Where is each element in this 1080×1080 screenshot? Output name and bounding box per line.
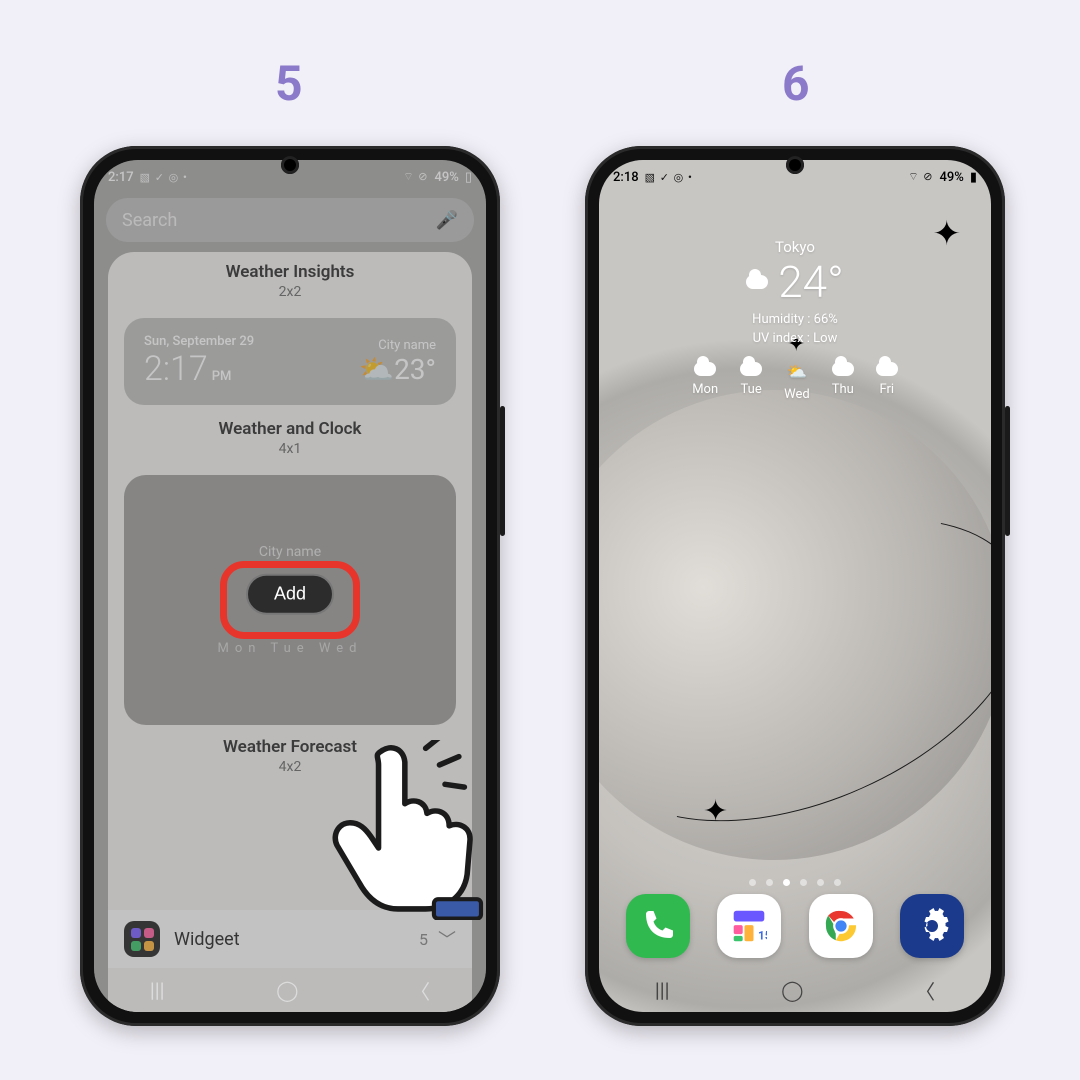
widget-provider-name: Widgeet <box>174 929 240 950</box>
highlight-annotation <box>220 561 360 639</box>
step-number-6: 6 <box>782 55 810 112</box>
step-number-5: 5 <box>275 55 303 112</box>
nav-back-button[interactable]: 〈 <box>915 976 935 1005</box>
status-network-icon: ⌔ ⊘ <box>403 170 428 184</box>
tap-gesture-icon <box>324 740 486 920</box>
front-camera <box>786 156 804 174</box>
nav-back-button[interactable]: 〈 <box>410 976 430 1005</box>
weather-temp: 24° <box>778 256 843 308</box>
day-icon <box>694 362 716 376</box>
status-network-icon: ⌔ ⊘ <box>908 170 933 184</box>
status-battery: 49% <box>939 170 963 185</box>
preview-temp: 23° <box>394 353 436 386</box>
widget-weather-clock-preview[interactable]: Sun, September 29 2:17 PM City name ⛅23° <box>124 318 456 405</box>
battery-icon: ▯ <box>465 170 472 185</box>
home-dock: 15 <box>599 894 991 958</box>
weather-widget[interactable]: Tokyo 24° Humidity : 66% UV index : Low … <box>599 238 991 402</box>
page-indicator[interactable] <box>599 879 991 886</box>
preview-city: City name <box>359 338 436 353</box>
status-time: 2:18 <box>613 170 639 185</box>
day-label: Fri <box>880 382 895 397</box>
nav-home-button[interactable]: ◯ <box>781 978 803 1002</box>
preview-ampm: PM <box>212 369 232 384</box>
day-icon <box>740 362 762 376</box>
settings-app-icon[interactable] <box>900 894 964 958</box>
widgeet-app-icon <box>124 921 160 957</box>
phone-frame-step6: 2:18 ▧ ✓ ◎ • ⌔ ⊘ 49% ▮ ✦ ✦ ✦ Tokyo 24° H… <box>585 146 1005 1026</box>
android-nav-bar: ||| ◯ 〈 <box>94 968 486 1012</box>
screen-step5: 2:17 ▧ ✓ ◎ • ⌔ ⊘ 49% ▯ Search 🎤 Weather … <box>94 160 486 1012</box>
battery-icon: ▮ <box>970 170 977 185</box>
day-label: Tue <box>741 382 762 397</box>
phone-app-icon[interactable] <box>626 894 690 958</box>
forecast-city: City name <box>259 544 321 560</box>
nav-recents-button[interactable]: ||| <box>150 978 165 1002</box>
status-icons-left: ▧ ✓ ◎ • <box>645 171 693 184</box>
preview-date: Sun, September 29 <box>144 334 254 349</box>
mic-icon[interactable]: 🎤 <box>436 210 458 231</box>
day-icon <box>832 362 854 376</box>
android-nav-bar: ||| ◯ 〈 <box>599 968 991 1012</box>
preview-time: 2:17 <box>144 349 208 389</box>
widget-insights-title: Weather Insights <box>124 262 456 282</box>
svg-text:15: 15 <box>758 929 767 943</box>
widgeet-app-icon[interactable]: 15 <box>717 894 781 958</box>
day-label: Mon <box>692 382 718 397</box>
sparkle-icon: ✦ <box>703 794 728 829</box>
weather-humidity: Humidity : 66% <box>599 312 991 327</box>
day-label: Thu <box>832 382 854 397</box>
widget-insights-size: 2x2 <box>124 284 456 300</box>
weather-city: Tokyo <box>599 238 991 256</box>
search-input[interactable]: Search 🎤 <box>106 198 474 242</box>
status-time: 2:17 <box>108 170 134 185</box>
status-battery: 49% <box>434 170 458 185</box>
home-screen[interactable]: 2:18 ▧ ✓ ◎ • ⌔ ⊘ 49% ▮ ✦ ✦ ✦ Tokyo 24° H… <box>599 160 991 1012</box>
widget-provider-count: 5 <box>419 930 428 949</box>
weather-uv: UV index : Low <box>599 331 991 346</box>
chevron-down-icon[interactable]: ﹀ <box>438 926 456 952</box>
weather-forecast-row: Mon Tue ⛅ Wed Thu Fri <box>599 362 991 402</box>
widget-clock-size: 4x1 <box>124 441 456 457</box>
day-label: Wed <box>784 387 810 402</box>
chrome-app-icon[interactable] <box>809 894 873 958</box>
day-icon: ⛅ <box>787 362 807 381</box>
nav-recents-button[interactable]: ||| <box>655 978 670 1002</box>
search-placeholder: Search <box>122 210 177 231</box>
weather-icon: ⛅ <box>359 353 394 386</box>
weather-cloud-icon <box>746 275 768 289</box>
phone-frame-step5: 2:17 ▧ ✓ ◎ • ⌔ ⊘ 49% ▯ Search 🎤 Weather … <box>80 146 500 1026</box>
forecast-days: Mon Tue Wed <box>218 641 363 656</box>
status-icons-left: ▧ ✓ ◎ • <box>140 171 188 184</box>
nav-home-button[interactable]: ◯ <box>276 978 298 1002</box>
day-icon <box>876 362 898 376</box>
front-camera <box>281 156 299 174</box>
widget-clock-title: Weather and Clock <box>124 419 456 439</box>
